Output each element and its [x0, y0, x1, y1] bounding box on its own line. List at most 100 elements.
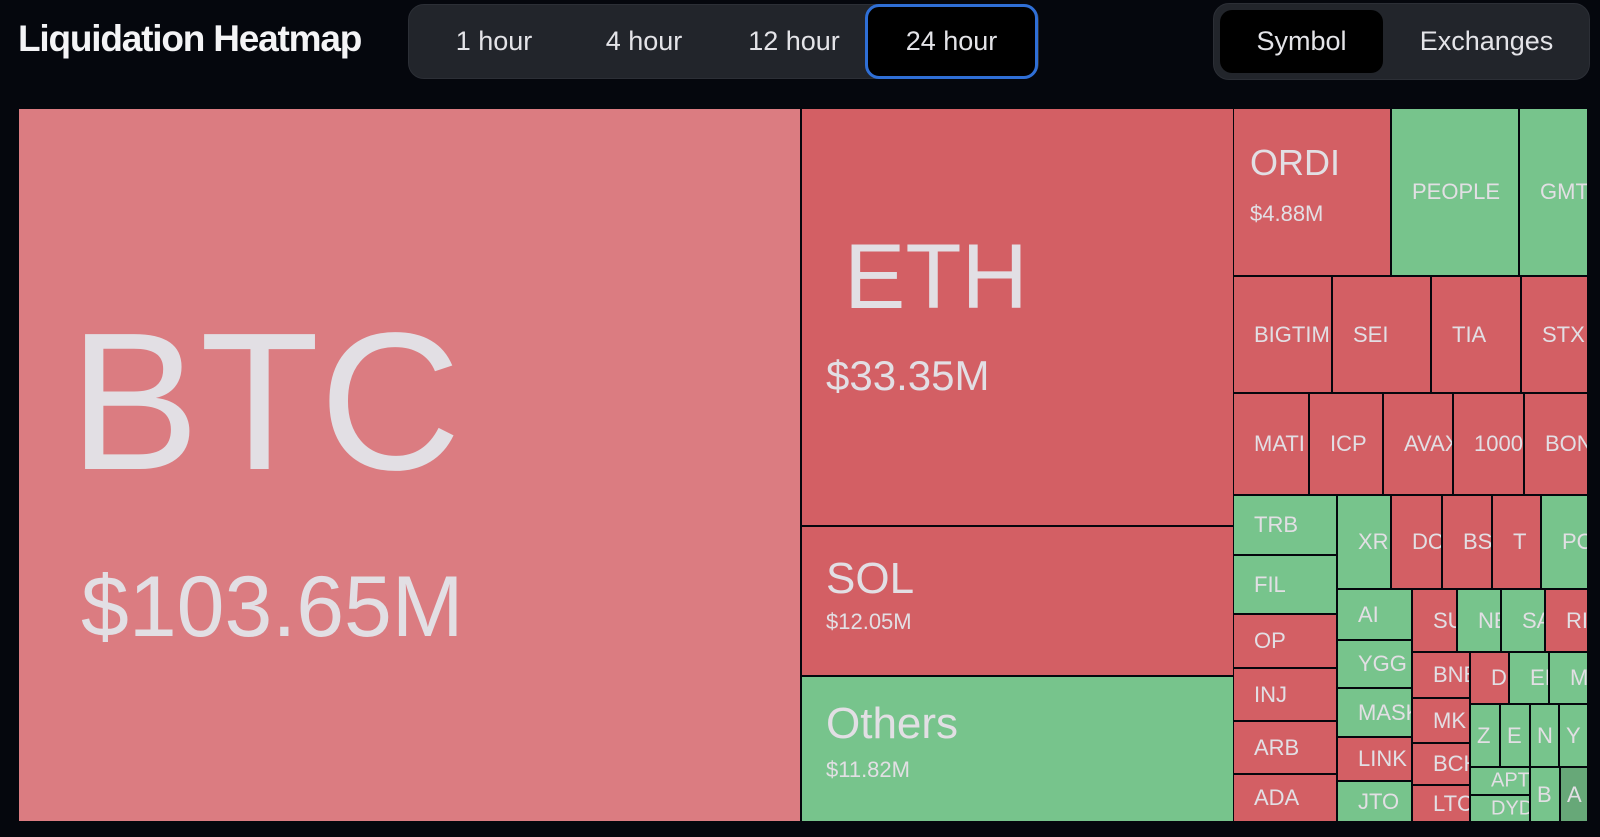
tab-4-hour[interactable]: 4 hour: [569, 5, 719, 78]
cell-symbol: AVAX: [1404, 431, 1452, 456]
treemap-cell-eth[interactable]: ETH $33.35M: [802, 109, 1233, 525]
treemap-cell-stx[interactable]: STX: [1522, 277, 1587, 392]
treemap-cell-t[interactable]: T: [1493, 496, 1540, 588]
treemap-cell-d[interactable]: D: [1471, 653, 1508, 703]
treemap-cell-icp[interactable]: ICP: [1310, 394, 1382, 494]
treemap-cell-sei[interactable]: SEI: [1333, 277, 1430, 392]
cell-symbol: Z: [1477, 722, 1491, 748]
cell-symbol: ORDI: [1250, 142, 1340, 183]
treemap-cell-mk[interactable]: MK: [1413, 699, 1469, 742]
treemap-cell-ltc[interactable]: LTC: [1413, 786, 1469, 821]
cell-symbol: TIA: [1452, 321, 1487, 347]
treemap-cell-m[interactable]: M: [1550, 653, 1587, 703]
tab-symbol[interactable]: Symbol: [1220, 10, 1383, 73]
treemap-cell-bch[interactable]: BCH: [1413, 744, 1469, 784]
cell-symbol: BON: [1545, 431, 1587, 456]
cell-value: $33.35M: [826, 352, 990, 399]
treemap-cell-apt[interactable]: APT: [1471, 768, 1529, 794]
treemap-cell-ai[interactable]: AI: [1338, 590, 1411, 639]
treemap-cell-link[interactable]: LINK: [1338, 738, 1411, 780]
treemap-cell-ne[interactable]: NE: [1458, 590, 1500, 651]
treemap-cell-bnb[interactable]: BNB: [1413, 653, 1469, 697]
treemap-cell-btc[interactable]: BTC $103.65M: [19, 109, 800, 821]
cell-symbol: LTC: [1433, 790, 1469, 816]
treemap-cell-y[interactable]: Y: [1560, 705, 1587, 766]
cell-symbol: MASK: [1358, 699, 1411, 725]
page-title: Liquidation Heatmap: [18, 18, 362, 59]
cell-symbol: SOL: [826, 554, 915, 603]
tab-12-hour[interactable]: 12 hour: [719, 5, 869, 78]
treemap-cell-fil[interactable]: FIL: [1234, 556, 1336, 613]
treemap-cell-gmt[interactable]: GMT: [1520, 109, 1587, 275]
cell-symbol: XR: [1358, 529, 1389, 554]
treemap-cell-jto[interactable]: JTO: [1338, 782, 1411, 821]
cell-value: $103.65M: [81, 559, 464, 655]
treemap-cell-ei[interactable]: EI: [1510, 653, 1548, 703]
cell-symbol: APT: [1491, 769, 1529, 792]
treemap-cell-dc[interactable]: DC: [1392, 496, 1441, 588]
cell-symbol: N: [1537, 722, 1553, 748]
cell-symbol: EI: [1530, 665, 1548, 690]
treemap-cell-tia[interactable]: TIA: [1432, 277, 1520, 392]
treemap-cell-trb[interactable]: TRB: [1234, 496, 1336, 554]
cell-symbol: JTO: [1358, 788, 1400, 814]
treemap-cell-su[interactable]: SU: [1413, 590, 1456, 651]
treemap-cell-mati[interactable]: MATI: [1234, 394, 1308, 494]
cell-symbol: MATI: [1254, 431, 1305, 456]
treemap-cell-z[interactable]: Z: [1471, 705, 1499, 766]
tab-exchanges[interactable]: Exchanges: [1389, 4, 1584, 79]
treemap-cell-bs[interactable]: BS: [1443, 496, 1491, 588]
treemap-cell-sa[interactable]: SA: [1502, 590, 1544, 651]
cell-symbol: ARB: [1254, 734, 1300, 760]
cell-symbol: DYD: [1491, 797, 1529, 819]
treemap-cell-avax[interactable]: AVAX: [1384, 394, 1452, 494]
cell-symbol: A: [1567, 781, 1582, 807]
cell-symbol: GMT: [1540, 179, 1587, 204]
cell-symbol: NE: [1478, 607, 1500, 633]
treemap-cell-arb[interactable]: ARB: [1234, 722, 1336, 773]
treemap-cell-a[interactable]: A: [1561, 768, 1587, 821]
cell-symbol: BIGTIM: [1254, 321, 1330, 347]
cell-symbol: Others: [826, 699, 959, 748]
cell-symbol: 1000: [1474, 431, 1523, 456]
treemap-cell-e[interactable]: E: [1501, 705, 1529, 766]
treemap-cell-ada[interactable]: ADA: [1234, 775, 1336, 821]
cell-symbol: E: [1507, 722, 1522, 748]
cell-symbol: BNB: [1433, 662, 1469, 687]
treemap-cell-bon[interactable]: BON: [1525, 394, 1587, 494]
tab-1-hour[interactable]: 1 hour: [419, 5, 569, 78]
treemap-cell-op[interactable]: OP: [1234, 615, 1336, 667]
treemap-cell-bigtim[interactable]: BIGTIM: [1234, 277, 1331, 392]
cell-symbol: D: [1491, 665, 1507, 690]
treemap-cell-1000[interactable]: 1000: [1454, 394, 1523, 494]
treemap-cell-xr[interactable]: XR: [1338, 496, 1390, 588]
treemap-cell-people[interactable]: PEOPLE: [1392, 109, 1518, 275]
cell-symbol: INJ: [1254, 681, 1287, 707]
cell-value: $4.88M: [1250, 201, 1324, 226]
cell-symbol: OP: [1254, 628, 1286, 653]
cell-value: $12.05M: [826, 609, 912, 634]
treemap-cell-b[interactable]: B: [1531, 768, 1559, 821]
cell-symbol: PEOPLE: [1412, 179, 1501, 204]
cell-symbol: STX: [1542, 321, 1585, 347]
cell-symbol: SA: [1522, 607, 1544, 633]
cell-symbol: PO: [1562, 529, 1587, 554]
treemap-cell-ordi[interactable]: ORDI $4.88M: [1234, 109, 1390, 275]
treemap-cell-ri[interactable]: RI: [1546, 590, 1587, 651]
treemap-cell-inj[interactable]: INJ: [1234, 669, 1336, 720]
treemap-cell-ygg[interactable]: YGG: [1338, 641, 1411, 687]
cell-symbol: DC: [1412, 529, 1441, 554]
treemap-cell-mask[interactable]: MASK: [1338, 689, 1411, 736]
liquidation-treemap: BTC $103.65M ETH $33.35M SOL $12.05M Others $11…: [18, 107, 1588, 823]
treemap-cell-n[interactable]: N: [1531, 705, 1558, 766]
treemap-cell-dyd[interactable]: DYD: [1471, 796, 1529, 821]
cell-symbol: ICP: [1330, 431, 1367, 456]
cell-symbol: YGG: [1358, 651, 1407, 676]
cell-symbol: ETH: [844, 226, 1028, 328]
cell-symbol: AI: [1358, 601, 1379, 627]
cell-symbol: T: [1513, 529, 1527, 554]
treemap-cell-po[interactable]: PO: [1542, 496, 1587, 588]
tab-24-hour[interactable]: 24 hour: [865, 4, 1038, 79]
treemap-cell-others[interactable]: Others $11.82M: [802, 677, 1233, 821]
treemap-cell-sol[interactable]: SOL $12.05M: [802, 527, 1233, 675]
